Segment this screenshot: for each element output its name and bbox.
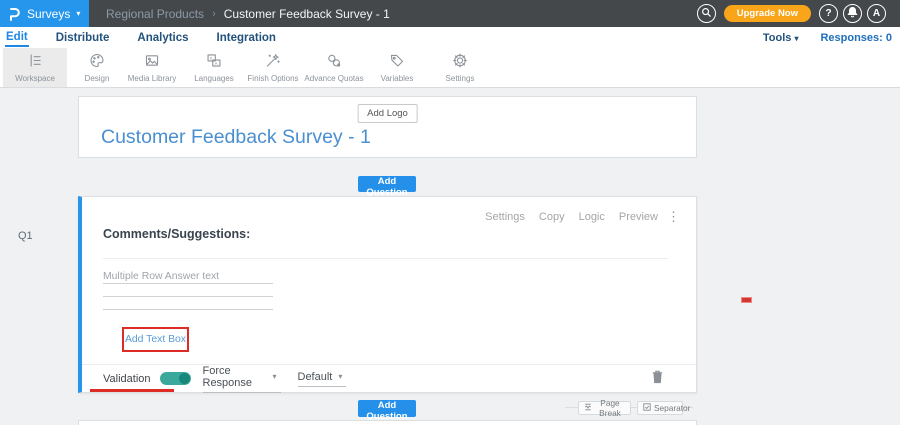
top-bar-actions: Upgrade Now ? A [697,0,886,27]
answer-row[interactable] [103,284,273,297]
toggle-knob-icon [179,373,190,384]
page-break-button[interactable]: Page Break [578,401,631,415]
questionpro-survey-editor: Surveys ▾ Regional Products › Customer F… [0,0,900,425]
finish-options-icon [264,52,282,72]
add-text-box-link[interactable]: Add Text Box [124,329,187,350]
settings-icon [451,52,469,72]
responses-link[interactable]: Responses: 0 [820,32,892,44]
advance-quotas-icon [325,52,343,72]
annotation-underline [90,389,174,392]
breadcrumb-current: Customer Feedback Survey - 1 [224,7,390,21]
languages-icon: xA [205,52,223,72]
trash-icon [651,372,664,387]
next-question-card-partial [78,420,697,425]
surveys-menu[interactable]: Surveys ▾ [0,0,89,27]
toolbar-item-variables[interactable]: Variables [365,48,429,87]
tools-menu[interactable]: Tools ▾ [763,32,799,44]
survey-title-card: Add Logo Customer Feedback Survey - 1 [78,96,697,158]
media-library-icon [143,52,161,72]
question-actions: Settings Copy Logic Preview [485,211,658,223]
question-action-logic[interactable]: Logic [579,211,605,223]
menu-bar-right: Tools ▾ Responses: 0 [763,27,892,48]
answer-rows: Multiple Row Answer text [103,271,273,310]
workspace-icon [26,52,44,72]
annotation-cursor-mark [741,297,752,303]
add-question-button-bottom[interactable]: Add Question [358,400,416,417]
breadcrumb-parent[interactable]: Regional Products [106,7,204,21]
menu-item-analytics[interactable]: Analytics [136,30,189,46]
chevron-down-icon: ▾ [76,9,80,18]
answer-row[interactable] [103,297,273,310]
question-card: Settings Copy Logic Preview ⋮ Comments/S… [78,196,697,393]
separator-button[interactable]: Separator [637,401,683,415]
toolbar-item-workspace[interactable]: Workspace [3,48,67,87]
top-bar: Surveys ▾ Regional Products › Customer F… [0,0,900,27]
upgrade-now-button[interactable]: Upgrade Now [724,5,811,22]
force-response-dropdown[interactable]: Force Response ▾ [203,365,281,393]
validation-toggle[interactable] [160,372,191,385]
design-icon [88,52,106,72]
question-divider [103,258,668,259]
svg-text:A: A [215,61,219,66]
tools-menu-label: Tools [763,32,792,44]
menu-bar-items: Edit Distribute Analytics Integration [5,27,277,48]
add-logo-button[interactable]: Add Logo [357,104,418,123]
toolbar-item-media-library[interactable]: Media Library [120,48,184,87]
toolbar: Workspace Design Media Library xA Langua… [0,48,900,88]
question-menu-button[interactable]: ⋮ [667,209,680,225]
answer-row-placeholder[interactable]: Multiple Row Answer text [103,271,273,284]
page-break-icon [584,403,592,413]
surveys-menu-label: Surveys [27,7,70,21]
bell-icon [847,6,858,21]
default-dropdown[interactable]: Default ▾ [298,371,346,387]
toolbar-item-advance-quotas[interactable]: Advance Quotas [302,48,366,87]
menu-item-distribute[interactable]: Distribute [55,30,111,46]
validation-label: Validation [103,373,151,385]
toolbar-item-languages[interactable]: xA Languages [182,48,246,87]
delete-question-button[interactable] [651,369,664,387]
question-action-preview[interactable]: Preview [619,211,658,223]
variables-icon [388,52,406,72]
questionpro-logo-icon [8,6,21,21]
menu-bar: Edit Distribute Analytics Integration To… [0,27,900,48]
survey-title[interactable]: Customer Feedback Survey - 1 [101,126,371,149]
chevron-down-icon: ▾ [272,372,276,381]
question-action-copy[interactable]: Copy [539,211,565,223]
notifications-button[interactable] [843,4,862,23]
breadcrumb: Regional Products › Customer Feedback Su… [106,0,390,27]
menu-item-integration[interactable]: Integration [216,30,277,46]
search-button[interactable] [697,4,716,23]
avatar[interactable]: A [867,4,886,23]
add-question-button-top[interactable]: Add Question [358,176,416,192]
annotation-highlight-box: Add Text Box [122,327,189,352]
question-footer: Validation Force Response ▾ Default ▾ [82,364,696,392]
question-number: Q1 [18,230,33,242]
breadcrumb-separator-icon: › [212,8,216,20]
question-text[interactable]: Comments/Suggestions: [103,227,250,241]
menu-item-edit[interactable]: Edit [5,29,29,47]
toolbar-item-finish-options[interactable]: Finish Options [241,48,305,87]
search-icon [701,7,712,21]
checkbox-checked-icon [643,403,651,413]
survey-workspace: Add Logo Customer Feedback Survey - 1 Ad… [0,88,900,425]
chevron-down-icon: ▾ [794,34,798,43]
chevron-down-icon: ▾ [338,372,342,381]
help-button[interactable]: ? [819,4,838,23]
toolbar-item-settings[interactable]: Settings [428,48,492,87]
question-action-settings[interactable]: Settings [485,211,525,223]
